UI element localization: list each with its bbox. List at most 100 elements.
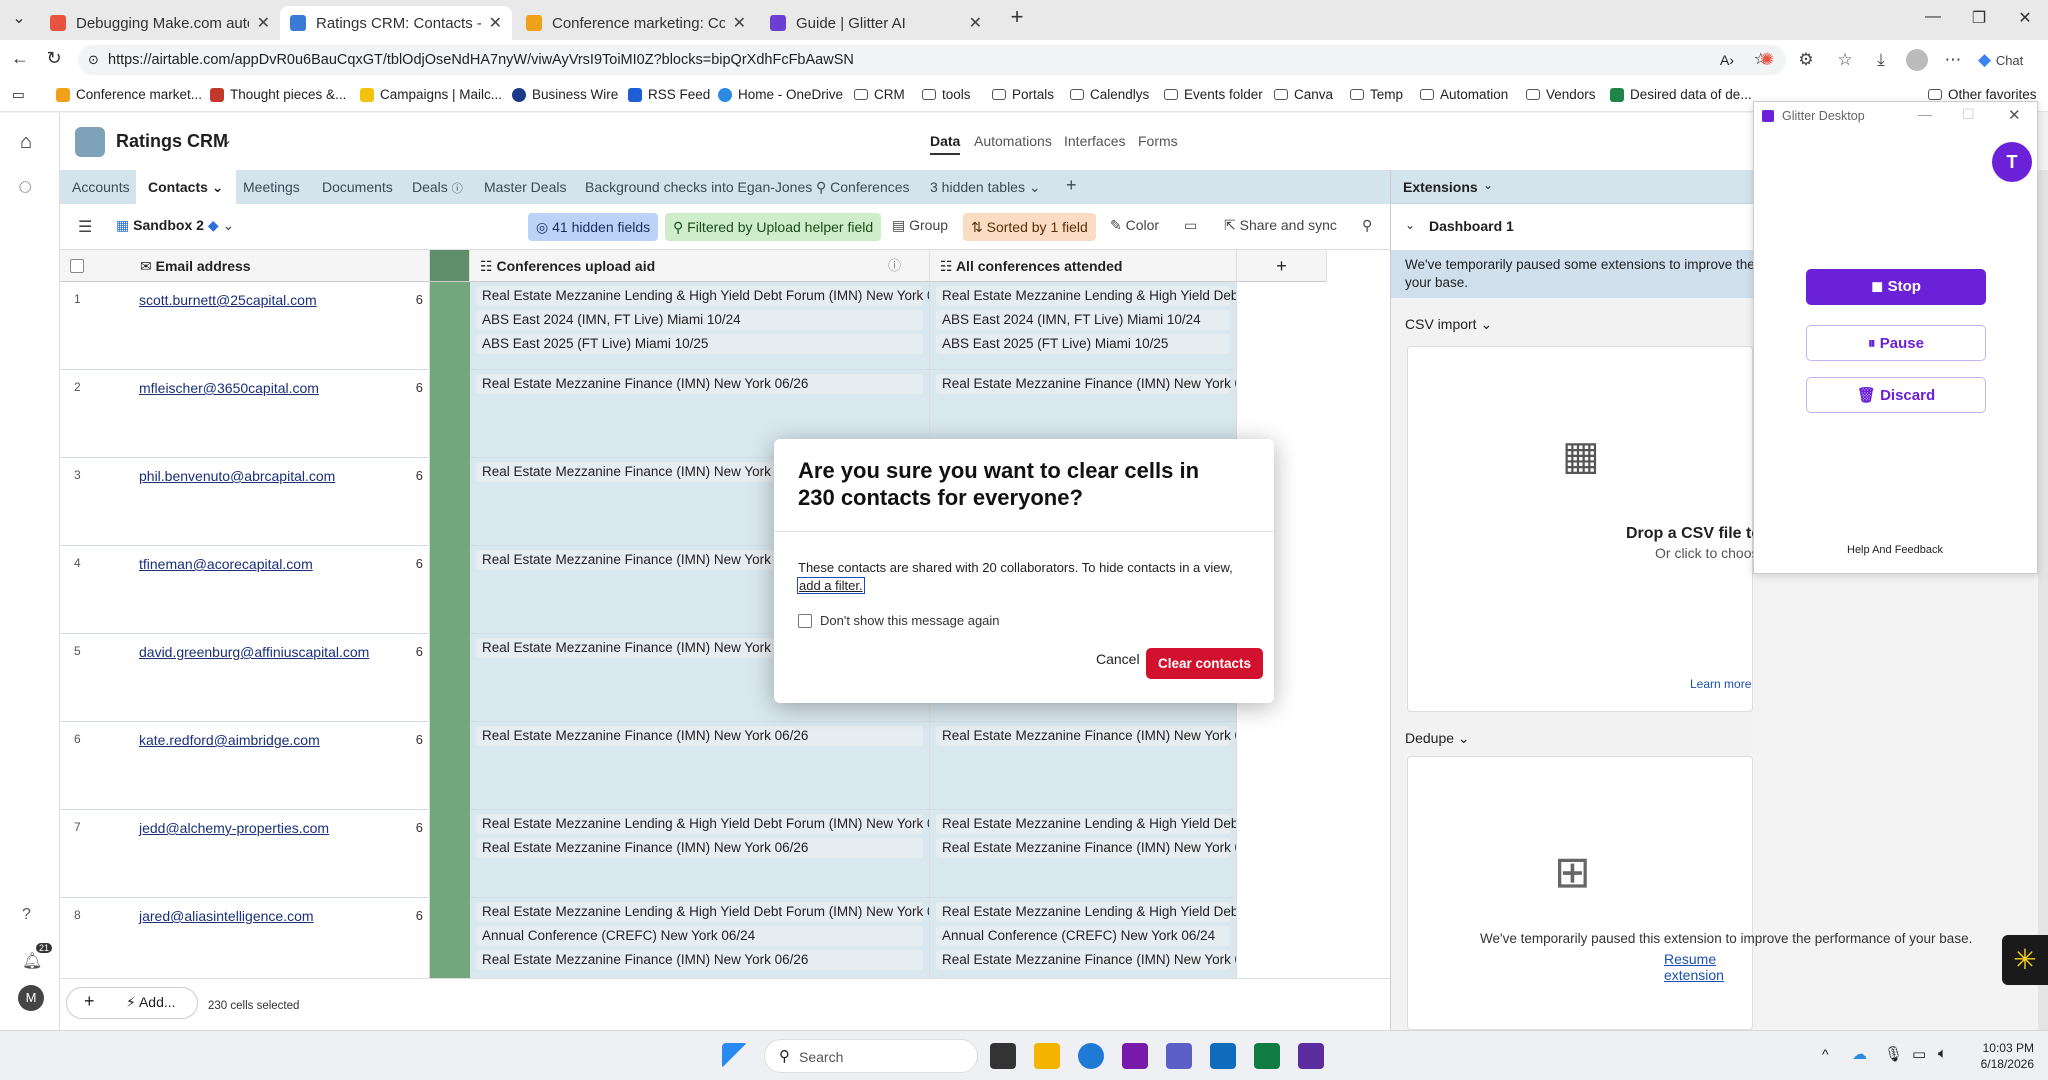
- new-tab-icon[interactable]: +: [1002, 4, 1032, 30]
- bookmark-rss-feed[interactable]: RSS Feed: [628, 87, 710, 102]
- url-input[interactable]: ⊙ https://airtable.com/appDvR0u6BauCqxGT…: [78, 45, 1786, 75]
- nav-automations[interactable]: Automations: [974, 133, 1052, 149]
- bookmark-thought-pieces[interactable]: Thought pieces &...: [210, 87, 346, 102]
- taskbar-search[interactable]: ⚲ Search: [764, 1039, 978, 1073]
- minimize-icon[interactable]: —: [1918, 106, 1932, 122]
- profile-icon[interactable]: [1906, 49, 1928, 71]
- search-icon: ⚲: [779, 1048, 790, 1065]
- bookmark-folder-automation[interactable]: Automation: [1420, 87, 1508, 102]
- tab-title: Debugging Make.com automation: [76, 14, 249, 32]
- site-info-icon[interactable]: ⊙: [88, 45, 99, 75]
- dont-show-again-checkbox[interactable]: [798, 613, 812, 628]
- stop-button[interactable]: ◼ Stop: [1806, 269, 1986, 305]
- pause-button[interactable]: ⏸︎ Pause: [1806, 325, 1986, 361]
- close-icon[interactable]: ✕: [2008, 106, 2021, 124]
- read-aloud-icon[interactable]: A›: [1720, 45, 1734, 75]
- nav-forms[interactable]: Forms: [1138, 133, 1178, 149]
- nav-interfaces[interactable]: Interfaces: [1064, 133, 1125, 149]
- tab-title: Conference marketing: Conference: [552, 14, 725, 32]
- clock-time[interactable]: 10:03 PM: [1978, 1041, 2034, 1055]
- onedrive-tray-icon[interactable]: ☁: [1852, 1045, 1867, 1063]
- bookmark-desired-data[interactable]: Desired data of de...: [1610, 87, 1752, 102]
- microphone-icon[interactable]: 🎙︎: [1884, 1045, 1903, 1063]
- help-icon[interactable]: ?: [22, 906, 31, 924]
- windows-start-icon[interactable]: [722, 1043, 748, 1069]
- user-avatar[interactable]: M: [18, 985, 44, 1011]
- close-tab-icon[interactable]: ✕: [969, 13, 982, 33]
- bookmark-campaigns[interactable]: Campaigns | Mailc...: [360, 87, 502, 102]
- network-icon[interactable]: ▭: [1912, 1045, 1926, 1063]
- excel-icon[interactable]: [1254, 1043, 1280, 1069]
- bookmark-folder-crm[interactable]: CRM: [854, 87, 905, 102]
- edge-icon[interactable]: [1078, 1043, 1104, 1069]
- close-tab-icon[interactable]: ✕: [257, 13, 270, 33]
- airtable-favicon-icon: [526, 15, 542, 31]
- show-hidden-icons-icon[interactable]: ^: [1822, 1046, 1829, 1062]
- bookmark-other-favorites[interactable]: Other favorites: [1928, 87, 2037, 102]
- bookmark-onedrive[interactable]: Home - OneDrive: [718, 87, 843, 102]
- mailchimp-icon: [360, 87, 374, 102]
- discard-button[interactable]: 🗑︎ Discard: [1806, 377, 1986, 413]
- bookmark-folder-portals[interactable]: Portals: [992, 87, 1054, 102]
- clock-date[interactable]: 6/18/2026: [1970, 1057, 2034, 1071]
- folder-icon: [1350, 89, 1364, 100]
- clear-contacts-button[interactable]: Clear contacts: [1146, 648, 1264, 679]
- folder-icon: [1526, 89, 1540, 100]
- tab-title: Guide | Glitter AI: [796, 14, 906, 32]
- glitter-floating-button[interactable]: ✳: [2002, 935, 2048, 985]
- notification-count-badge: 21: [36, 943, 53, 953]
- dont-show-again-option[interactable]: Don't show this message again: [798, 613, 1000, 628]
- folder-icon: [854, 89, 868, 100]
- browser-tab-2[interactable]: Ratings CRM: Contacts - Airtable ✕: [280, 6, 512, 40]
- make-favicon-icon: [50, 15, 66, 31]
- favorites-icon[interactable]: ☆: [1834, 50, 1856, 70]
- browser-tab-4[interactable]: Guide | Glitter AI ✕: [760, 6, 992, 40]
- bookmark-folder-temp[interactable]: Temp: [1350, 87, 1403, 102]
- task-view-icon[interactable]: [990, 1043, 1016, 1069]
- maximize-icon[interactable]: ☐: [1962, 106, 1975, 123]
- extension-make-icon[interactable]: ✺: [1756, 50, 1778, 70]
- close-tab-icon[interactable]: ✕: [489, 13, 502, 33]
- restore-icon[interactable]: ❐: [1964, 8, 1994, 28]
- base-header: Ratings CRM ⌄ Data Automations Interface…: [60, 113, 1753, 170]
- more-menu-icon[interactable]: ⋯: [1942, 50, 1964, 70]
- close-window-icon[interactable]: ✕: [2010, 8, 2040, 28]
- minimize-icon[interactable]: —: [1918, 8, 1948, 26]
- bookmark-folder-events[interactable]: Events folder: [1164, 87, 1263, 102]
- browser-tab-1[interactable]: Debugging Make.com automation ✕: [40, 6, 280, 40]
- bookmark-folder-tools[interactable]: tools: [922, 87, 971, 102]
- chevron-down-icon[interactable]: ⌄: [222, 133, 232, 147]
- base-name[interactable]: Ratings CRM: [116, 131, 228, 152]
- refresh-icon[interactable]: ↻: [42, 48, 66, 69]
- download-icon[interactable]: ⤓: [1870, 50, 1892, 70]
- volume-icon[interactable]: 🔈︎: [1938, 1045, 1947, 1062]
- address-bar: ← ↻ ⊙ https://airtable.com/appDvR0u6BauC…: [0, 40, 2048, 80]
- back-icon[interactable]: ←: [8, 48, 32, 69]
- cancel-button[interactable]: Cancel: [1088, 645, 1148, 673]
- notifications-bell-icon[interactable]: 🔔︎: [22, 951, 42, 971]
- url-text: https://airtable.com/appDvR0u6BauCqxGT/t…: [108, 52, 854, 68]
- bookmark-business-wire[interactable]: Business Wire: [512, 87, 618, 102]
- page-scrollbar[interactable]: [2038, 170, 2048, 1030]
- bookmark-folder-canva[interactable]: Canva: [1274, 87, 1333, 102]
- rss-icon: [628, 87, 642, 102]
- bookmark-folder-calendlys[interactable]: Calendlys: [1070, 87, 1149, 102]
- add-filter-link[interactable]: add a filter.: [797, 577, 865, 594]
- extensions-icon[interactable]: ⚙: [1795, 50, 1817, 70]
- onenote-icon[interactable]: [1122, 1043, 1148, 1069]
- help-feedback-link[interactable]: Help And Feedback: [1847, 544, 1943, 556]
- teams-icon[interactable]: [1166, 1043, 1192, 1069]
- glitter-app-icon[interactable]: [1298, 1043, 1324, 1069]
- outlook-icon[interactable]: [1210, 1043, 1236, 1069]
- reading-list-icon[interactable]: ▭: [12, 87, 25, 103]
- bookmark-folder-vendors[interactable]: Vendors: [1526, 87, 1596, 102]
- copilot-chat-button[interactable]: ◆ Chat: [1978, 50, 2038, 70]
- tab-actions-icon[interactable]: ⌄: [4, 8, 34, 28]
- bookmark-conference[interactable]: Conference market...: [56, 87, 202, 102]
- airtable-home-icon[interactable]: ⌂: [20, 131, 32, 154]
- file-explorer-icon[interactable]: [1034, 1043, 1060, 1069]
- close-tab-icon[interactable]: ✕: [733, 13, 746, 33]
- browser-tab-3[interactable]: Conference marketing: Conference ✕: [516, 6, 756, 40]
- glitter-user-avatar[interactable]: T: [1992, 142, 2032, 182]
- nav-data[interactable]: Data: [930, 133, 961, 155]
